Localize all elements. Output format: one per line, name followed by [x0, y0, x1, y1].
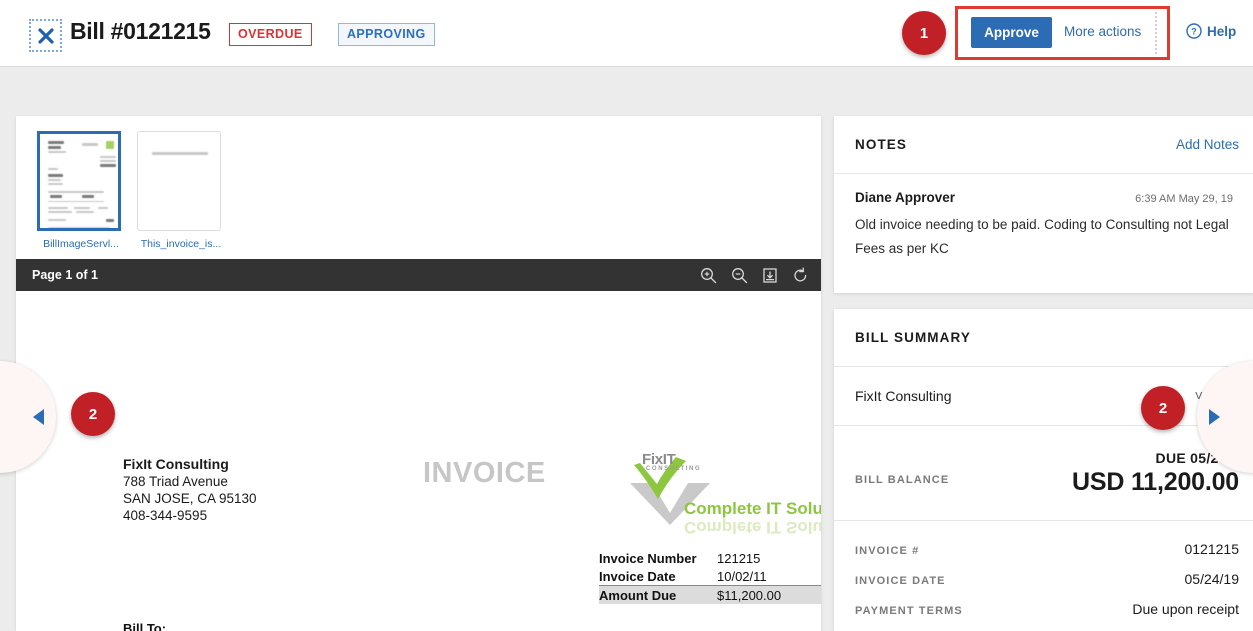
page-indicator: Page 1 of 1	[32, 268, 98, 282]
bill-balance-row: BILL BALANCE DUE 05/24/1 USD 11,200.00	[834, 426, 1253, 521]
invoice-vendor-address-1: 788 Triad Avenue	[123, 474, 228, 489]
invoice-field-row: Invoice Number 121215	[599, 549, 821, 567]
document-viewer-panel: BillImageServl... This_invoice_is... Pag…	[16, 116, 821, 631]
invoice-watermark: INVOICE	[423, 457, 546, 489]
notes-panel: NOTES Add Notes Diane Approver 6:39 AM M…	[834, 116, 1253, 293]
bill-balance-label: BILL BALANCE	[855, 474, 950, 486]
callout-badge-2-right: 2	[1141, 386, 1185, 430]
thumbnail-preview-1	[37, 131, 121, 231]
invoice-page: INVOICE FixIt Consulting 788 Triad Avenu…	[16, 291, 821, 631]
document-toolbar: Page 1 of 1	[16, 259, 821, 291]
thumbnail-label-1: BillImageServl...	[43, 238, 119, 250]
invoice-logo-sub: CONSULTING	[646, 466, 702, 472]
notes-title: NOTES	[855, 137, 908, 152]
invoice-field-key: Invoice Date	[599, 568, 676, 584]
invoice-field-value: 121215	[717, 550, 761, 566]
thumbnail-item-1[interactable]: BillImageServl...	[37, 131, 125, 250]
bill-summary-field-key: INVOICE DATE	[855, 575, 946, 587]
notes-body: Diane Approver 6:39 AM May 29, 19 Old in…	[834, 174, 1253, 261]
invoice-vendor-address-2: SAN JOSE, CA 95130	[123, 491, 257, 506]
bill-summary-title: BILL SUMMARY	[855, 330, 971, 345]
note-meta-row: Diane Approver 6:39 AM May 29, 19	[855, 190, 1233, 205]
bill-summary-field-key: PAYMENT TERMS	[855, 605, 963, 617]
help-label: Help	[1207, 23, 1237, 39]
app-root: Bill #0121215 OVERDUE APPROVING Approve …	[0, 0, 1253, 631]
thumbnail-item-2[interactable]: This_invoice_is...	[137, 131, 225, 250]
bill-summary-panel: BILL SUMMARY FixIt Consulting Vendor D B…	[834, 309, 1253, 631]
note-text: Old invoice needing to be paid. Coding t…	[855, 217, 1229, 256]
note-author: Diane Approver	[855, 190, 956, 205]
bill-summary-vendor-row: FixIt Consulting Vendor D	[834, 367, 1253, 426]
invoice-vendor-phone: 408-344-9595	[123, 508, 208, 523]
status-badge-approving: APPROVING	[338, 23, 435, 46]
thumbnail-strip: BillImageServl... This_invoice_is...	[16, 116, 821, 259]
bill-summary-fields: INVOICE # 0121215 INVOICE DATE 05/24/19 …	[834, 521, 1253, 617]
bill-summary-field-row: PAYMENT TERMS Due upon receipt	[855, 601, 1239, 617]
bill-to-heading: Bill To:	[123, 621, 167, 631]
invoice-summary-table: Invoice Number 121215 Invoice Date 10/02…	[599, 549, 821, 604]
close-x-icon[interactable]	[29, 19, 62, 52]
help-button[interactable]: ? Help	[1186, 23, 1236, 39]
invoice-field-row: Invoice Date 10/02/11	[599, 567, 821, 585]
notes-header: NOTES Add Notes	[834, 116, 1253, 174]
zoom-out-icon[interactable]	[731, 267, 748, 284]
bill-summary-field-value: 0121215	[1184, 541, 1239, 557]
rotate-icon[interactable]	[792, 267, 809, 284]
bill-summary-field-value: Due upon receipt	[1132, 601, 1239, 617]
arrow-right-icon	[1209, 409, 1220, 425]
approve-button[interactable]: Approve	[971, 17, 1052, 48]
zoom-in-icon[interactable]	[700, 267, 717, 284]
invoice-field-key: Invoice Number	[599, 550, 697, 566]
close-x-glyph	[37, 27, 54, 44]
bill-summary-field-row: INVOICE DATE 05/24/19	[855, 571, 1239, 587]
callout-badge-1: 1	[902, 11, 946, 55]
thumbnail-preview-2	[137, 131, 221, 231]
more-actions-button[interactable]: More actions	[1064, 24, 1141, 39]
invoice-field-value: 10/02/11	[717, 568, 767, 584]
download-icon[interactable]	[762, 267, 778, 284]
bill-summary-header: BILL SUMMARY	[834, 309, 1253, 367]
status-badge-overdue: OVERDUE	[229, 23, 312, 46]
invoice-vendor-name: FixIt Consulting	[123, 456, 229, 472]
invoice-bill-to: Bill To: Diamond Consulting 123 Main Str…	[123, 621, 365, 631]
bill-balance-amount: USD 11,200.00	[1072, 468, 1239, 496]
invoice-field-key: Amount Due	[599, 587, 677, 603]
invoice-logo-tagline-reflection: Complete IT Solution	[684, 518, 821, 537]
question-circle-icon: ?	[1186, 23, 1202, 39]
header-divider	[1155, 12, 1157, 54]
document-tool-group	[700, 267, 809, 284]
bill-summary-vendor-name: FixIt Consulting	[855, 388, 952, 404]
add-notes-button[interactable]: Add Notes	[1176, 137, 1239, 152]
note-timestamp: 6:39 AM May 29, 19	[1135, 193, 1233, 205]
bill-summary-field-value: 05/24/19	[1184, 571, 1240, 587]
page-title: Bill #0121215	[70, 18, 211, 44]
invoice-logo-tagline: Complete IT Solution	[684, 499, 821, 518]
bill-summary-field-key: INVOICE #	[855, 545, 920, 557]
invoice-field-row-total: Amount Due $11,200.00	[599, 585, 821, 604]
app-header: Bill #0121215 OVERDUE APPROVING Approve …	[0, 0, 1253, 67]
bill-summary-field-row: INVOICE # 0121215	[855, 541, 1239, 557]
callout-badge-2-left: 2	[71, 392, 115, 436]
thumbnail-label-2: This_invoice_is...	[140, 238, 222, 250]
invoice-field-value: $11,200.00	[717, 587, 782, 603]
invoice-logo: FixIT CONSULTING Complete IT Solution Co…	[624, 451, 821, 537]
invoice-vendor-block: FixIt Consulting 788 Triad Avenue SAN JO…	[123, 456, 257, 524]
arrow-left-icon	[33, 409, 44, 425]
svg-text:?: ?	[1191, 27, 1197, 37]
